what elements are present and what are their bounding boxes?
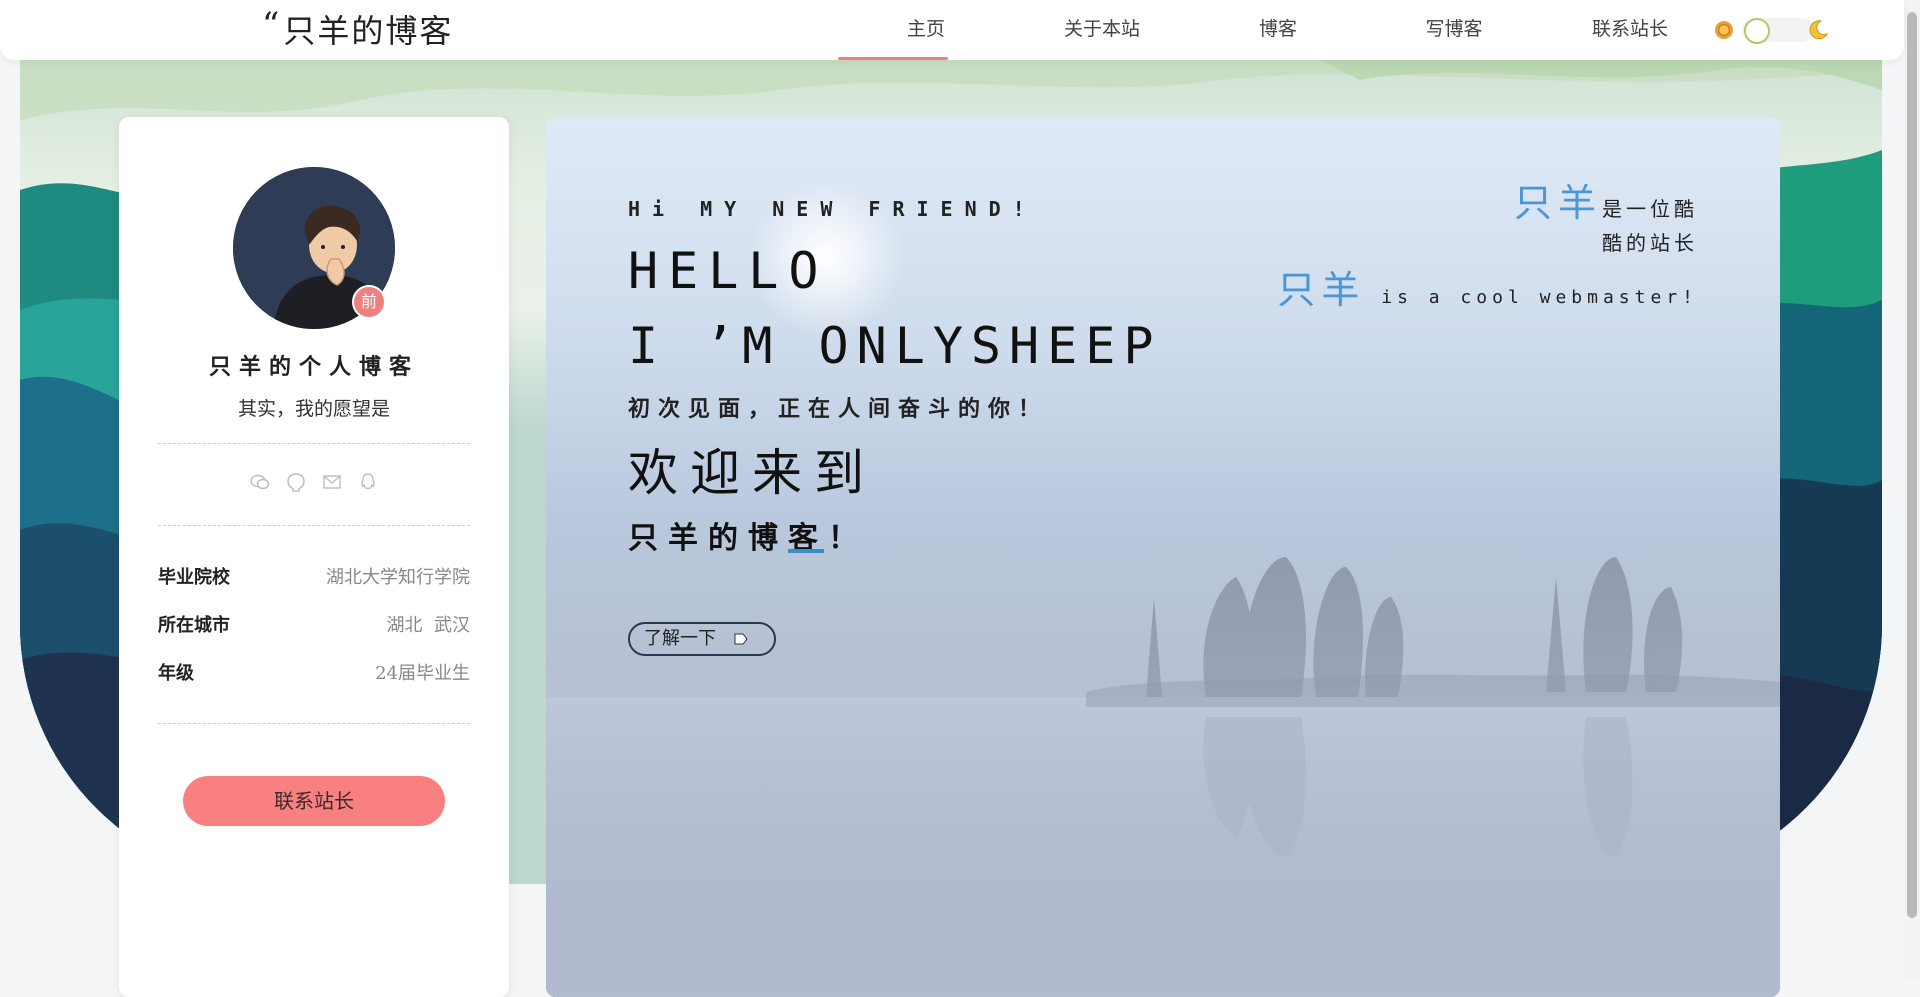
social-links (119, 469, 509, 497)
tagline-line-3: 只羊 is a cool webmaster! (1277, 259, 1698, 314)
nav-about[interactable]: 关于本站 (1014, 0, 1190, 60)
logo-quote-mark: “ (262, 5, 282, 45)
nav-home[interactable]: 主页 (838, 0, 1014, 60)
divider (158, 443, 470, 444)
tagline-line-2: 酷的站长 (1602, 231, 1698, 255)
hero-welcome: 欢迎来到 (628, 444, 876, 502)
info-key: 毕业院校 (158, 567, 230, 588)
info-row-school: 毕业院校 湖北大学知行学院 (158, 563, 470, 589)
info-row-city: 所在城市 湖北 武汉 (158, 611, 470, 637)
divider (158, 723, 470, 724)
top-navbar: “只羊的博客 主页 关于本站 博客 写博客 联系站长 (0, 0, 1904, 60)
mail-icon[interactable] (319, 469, 345, 495)
toggle-knob (1744, 18, 1770, 44)
info-value: 湖北大学知行学院 (326, 567, 470, 588)
avatar-badge: 前 (352, 285, 386, 319)
nav-contact[interactable]: 联系站长 (1542, 0, 1718, 60)
profile-motto: 其实，我的愿望是 (237, 398, 390, 420)
contact-owner-button[interactable]: 联系站长 (183, 776, 445, 826)
nav-blog[interactable]: 博客 (1190, 0, 1366, 60)
hero-banner: Hi MY NEW FRIEND! HELLO I ’M ONLYSHEEP 初… (546, 117, 1780, 997)
page-scrollbar[interactable] (1904, 0, 1920, 980)
sun-icon[interactable] (1714, 20, 1734, 40)
tagline-text: 是一位酷 (1602, 197, 1698, 221)
tagline-line-1: 只羊是一位酷 (1514, 172, 1698, 227)
hero-blog-name: 只羊的博客！ (628, 521, 868, 556)
info-key: 年级 (158, 663, 194, 684)
theme-switcher (1710, 16, 1830, 44)
hero-greeting: Hi MY NEW FRIEND! (628, 197, 1037, 221)
divider (158, 525, 470, 526)
profile-name: 只羊的个人博客 (208, 354, 419, 380)
wechat-icon[interactable] (247, 469, 273, 495)
hero-name-line: I ’M ONLYSHEEP (628, 317, 1162, 375)
main-nav: 主页 关于本站 博客 写博客 联系站长 (838, 0, 1718, 60)
theme-toggle[interactable] (1742, 18, 1814, 44)
hero-hello: HELLO (628, 242, 829, 300)
learn-more-button[interactable]: 了解一下 (628, 622, 776, 656)
moon-icon[interactable] (1806, 18, 1830, 42)
tagline-name-highlight: 只羊 (1277, 268, 1366, 312)
info-value: 湖北 武汉 (386, 615, 470, 636)
info-key: 所在城市 (158, 615, 230, 636)
logo-text: 只羊的博客 (283, 12, 454, 50)
hero-subtitle: 初次见面，正在人间奋斗的你！ (628, 396, 1049, 422)
tagline-english: is a cool webmaster! (1381, 287, 1698, 308)
info-value: 24届毕业生 (375, 663, 470, 684)
info-row-grade: 年级 24届毕业生 (158, 659, 470, 685)
nav-write-blog[interactable]: 写博客 (1366, 0, 1542, 60)
tagline-name-highlight: 只羊 (1513, 181, 1602, 225)
qq-icon[interactable] (355, 469, 381, 495)
profile-card: 前 只羊的个人博客 其实，我的愿望是 毕业院校 湖北大学知行学院 所在城市 湖北… (119, 117, 509, 997)
typing-cursor (788, 549, 824, 553)
github-icon[interactable] (283, 469, 309, 495)
play-icon (734, 633, 748, 645)
learn-more-label: 了解一下 (644, 628, 716, 649)
site-logo[interactable]: “只羊的博客 (262, 5, 454, 52)
scroll-thumb[interactable] (1907, 12, 1917, 918)
